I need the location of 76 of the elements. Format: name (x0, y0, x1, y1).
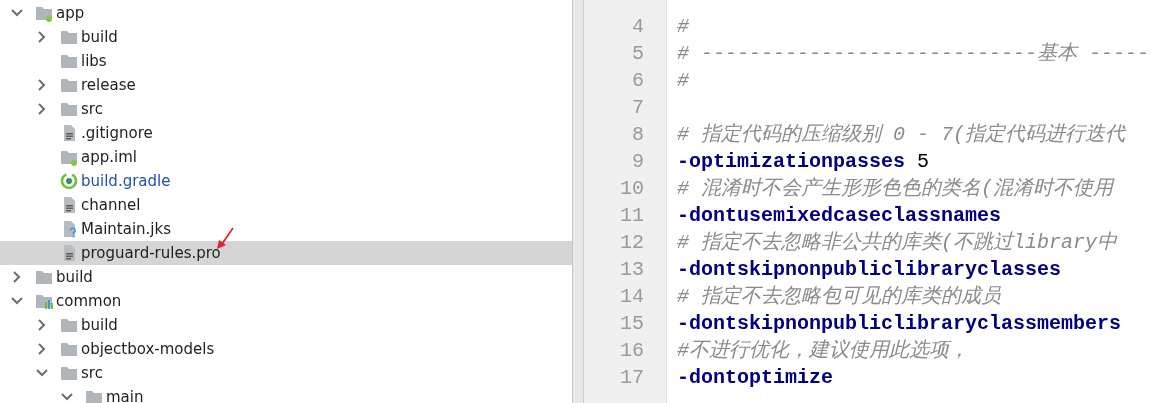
line-number: 16 (619, 338, 645, 364)
tree-row[interactable]: src (0, 97, 572, 121)
file-name: channel (81, 194, 141, 216)
code-comment: # (677, 69, 689, 92)
tree-row[interactable]: app.iml (0, 145, 572, 169)
folder-icon (85, 388, 103, 403)
file-name: src (81, 98, 103, 120)
folder-icon (60, 100, 78, 118)
line-number: 5 (631, 41, 645, 67)
tree-row[interactable]: .gitignore (0, 121, 572, 145)
code-argument: 5 (917, 150, 930, 173)
line-number: 17 (619, 365, 645, 391)
folder-icon (60, 76, 78, 94)
tree-row[interactable]: libs (0, 49, 572, 73)
tree-row[interactable]: objectbox-models (0, 337, 572, 361)
tree-row[interactable]: build (0, 313, 572, 337)
line-number: 8 (631, 122, 645, 148)
tree-row[interactable]: common (0, 289, 572, 313)
code-comment: # 指定不去忽略非公共的库类(不跳过library中 (677, 231, 1118, 254)
tree-row[interactable]: build (0, 265, 572, 289)
tree-row[interactable]: release (0, 73, 572, 97)
file-name: common (56, 290, 122, 312)
line-number: 14 (619, 284, 645, 310)
folder-icon (35, 268, 53, 286)
folder-icon (60, 28, 78, 46)
file-name: build (81, 26, 118, 48)
tree-row[interactable]: proguard-rules.pro (0, 241, 572, 265)
file-name: libs (81, 50, 107, 72)
line-number: 4 (631, 14, 645, 40)
line-number: 12 (619, 230, 645, 256)
folder-icon (60, 52, 78, 70)
code-option: -dontskipnonpubliclibraryclassmembers (677, 312, 1122, 335)
folder-icon (60, 340, 78, 358)
file-name: proguard-rules.pro (81, 242, 221, 264)
folder-icon (60, 148, 78, 166)
ring-icon (60, 172, 78, 190)
tree-row[interactable]: main (0, 385, 572, 403)
code-option: -dontskipnonpubliclibraryclasses (677, 258, 1062, 281)
line-number: 15 (619, 311, 645, 337)
code-option: -dontusemixedcaseclassnames (677, 204, 1002, 227)
folder-icon (35, 4, 53, 22)
tree-row[interactable]: build.gradle (0, 169, 572, 193)
code-comment: # ----------------------------基本 ----- (677, 42, 1150, 65)
code-comment: # 指定代码的压缩级别 0 - 7(指定代码进行迭代 (677, 123, 1126, 146)
file-name: objectbox-models (81, 338, 215, 360)
line-number: 6 (631, 68, 645, 94)
tree-row[interactable]: build (0, 25, 572, 49)
file-name: Maintain.jks (81, 218, 171, 240)
file-name: src (81, 362, 103, 384)
file-name: .gitignore (81, 122, 153, 144)
code-comment: # 混淆时不会产生形形色色的类名(混淆时不使用 (677, 177, 1113, 200)
file-name: build.gradle (81, 170, 171, 192)
tree-row[interactable]: app (0, 1, 572, 25)
file-name: main (106, 386, 144, 403)
code-comment: # 指定不去忽略包可见的库类的成员 (677, 285, 1001, 308)
code-option: -optimizationpasses (677, 150, 906, 173)
tree-row[interactable]: src (0, 361, 572, 385)
file-name: build (56, 266, 93, 288)
code-option: -dontoptimize (677, 366, 834, 389)
folder-icon (35, 292, 53, 310)
file-name: app (56, 2, 85, 24)
code-comment: # (677, 15, 689, 38)
line-number: 11 (619, 203, 645, 229)
folder-icon (60, 364, 78, 382)
line-number: 13 (619, 257, 645, 283)
file-name: release (81, 74, 136, 96)
expand-chevron-icon[interactable] (60, 390, 74, 403)
file-name: app.iml (81, 146, 137, 168)
code-comment: #不进行优化，建议使用此选项， (677, 339, 969, 362)
folder-icon (60, 316, 78, 334)
line-number: 7 (631, 95, 645, 121)
tree-row[interactable]: Maintain.jks (0, 217, 572, 241)
tree-row[interactable]: channel (0, 193, 572, 217)
file-name: build (81, 314, 118, 336)
line-number: 10 (619, 176, 645, 202)
line-number: 9 (631, 149, 645, 175)
